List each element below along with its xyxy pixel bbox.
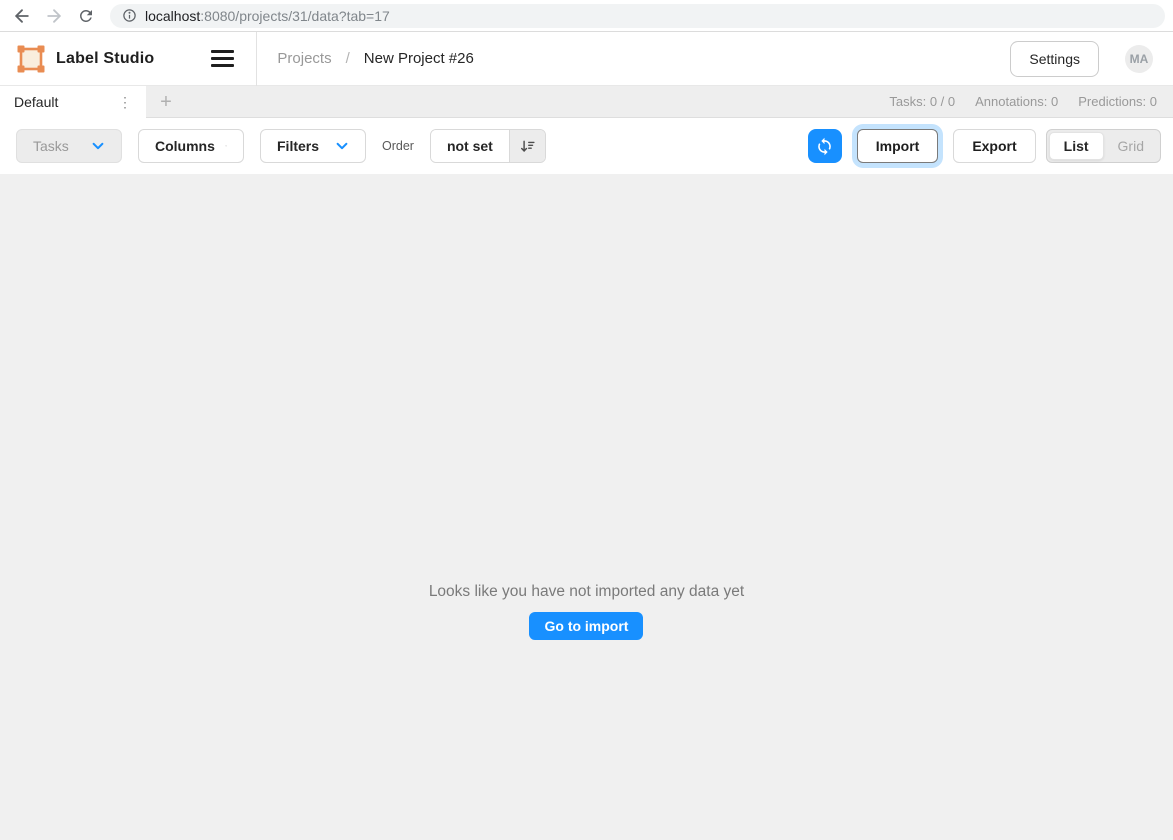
empty-state-message: Looks like you have not imported any dat… — [429, 583, 744, 601]
tabs-background: + Tasks: 0 / 0 Annotations: 0 Prediction… — [146, 86, 1173, 118]
sync-icon — [815, 137, 834, 156]
reload-icon — [77, 7, 95, 25]
caret-down-icon — [225, 140, 227, 152]
stat-predictions: Predictions: 0 — [1078, 94, 1157, 109]
tasks-dropdown[interactable]: Tasks — [16, 129, 122, 163]
data-manager-content: Looks like you have not imported any dat… — [0, 174, 1173, 840]
page-title: New Project #26 — [364, 50, 474, 67]
app-logo-title[interactable]: Label Studio — [16, 44, 154, 74]
app-header: Label Studio Projects / New Project #26 … — [0, 32, 1173, 86]
import-button[interactable]: Import — [857, 129, 939, 163]
order-control: not set — [430, 129, 546, 163]
app-name: Label Studio — [56, 50, 154, 68]
project-stats: Tasks: 0 / 0 Annotations: 0 Predictions:… — [889, 94, 1157, 109]
tasks-dropdown-label: Tasks — [33, 138, 69, 154]
view-toggle: List Grid — [1046, 129, 1161, 163]
forward-arrow-icon — [44, 6, 64, 26]
tab-options-kebab-icon[interactable]: ⋮ — [114, 93, 136, 111]
filters-dropdown-label: Filters — [277, 138, 319, 154]
sort-descending-icon — [519, 138, 536, 155]
chevron-down-icon — [335, 139, 349, 153]
sort-direction-button[interactable] — [509, 130, 545, 162]
hamburger-icon — [211, 50, 234, 53]
view-toggle-list[interactable]: List — [1049, 132, 1104, 160]
go-to-import-button[interactable]: Go to import — [529, 612, 643, 640]
toolbar-right-group: Import Export List Grid — [808, 129, 1161, 163]
columns-dropdown-label: Columns — [155, 138, 215, 154]
header-divider — [256, 32, 257, 86]
menu-hamburger-button[interactable] — [202, 41, 242, 77]
order-label: Order — [382, 139, 414, 153]
settings-button[interactable]: Settings — [1010, 41, 1099, 77]
url-host: localhost — [145, 8, 200, 24]
empty-state: Looks like you have not imported any dat… — [429, 583, 744, 640]
refresh-button[interactable] — [808, 129, 842, 163]
stat-tasks: Tasks: 0 / 0 — [889, 94, 955, 109]
add-tab-button[interactable]: + — [152, 88, 180, 116]
toolbar-left-group: Tasks Columns Filters Order not set — [16, 129, 546, 163]
data-manager-tabs: Default ⋮ + Tasks: 0 / 0 Annotations: 0 … — [0, 86, 1173, 118]
info-icon — [122, 8, 137, 23]
url-text: localhost:8080/projects/31/data?tab=17 — [145, 8, 390, 24]
address-bar[interactable]: localhost:8080/projects/31/data?tab=17 — [110, 4, 1165, 28]
columns-dropdown[interactable]: Columns — [138, 129, 244, 163]
breadcrumb-projects-link[interactable]: Projects — [277, 50, 331, 67]
view-toggle-grid[interactable]: Grid — [1104, 132, 1158, 160]
filters-dropdown[interactable]: Filters — [260, 129, 366, 163]
browser-reload-button[interactable] — [72, 2, 100, 30]
back-arrow-icon — [12, 6, 32, 26]
stat-annotations: Annotations: 0 — [975, 94, 1058, 109]
avatar[interactable]: MA — [1125, 45, 1153, 73]
breadcrumb: Projects / New Project #26 — [277, 50, 473, 67]
tab-default[interactable]: Default ⋮ — [0, 86, 146, 118]
tab-default-label: Default — [14, 94, 58, 110]
data-manager-toolbar: Tasks Columns Filters Order not set Impo… — [0, 118, 1173, 174]
browser-back-button[interactable] — [8, 2, 36, 30]
label-studio-logo-icon — [16, 44, 46, 74]
export-button[interactable]: Export — [953, 129, 1035, 163]
browser-forward-button[interactable] — [40, 2, 68, 30]
breadcrumb-separator: / — [346, 50, 350, 67]
order-value-button[interactable]: not set — [431, 130, 509, 162]
url-path: :8080/projects/31/data?tab=17 — [200, 8, 390, 24]
browser-toolbar: localhost:8080/projects/31/data?tab=17 — [0, 0, 1173, 32]
chevron-down-icon — [91, 139, 105, 153]
